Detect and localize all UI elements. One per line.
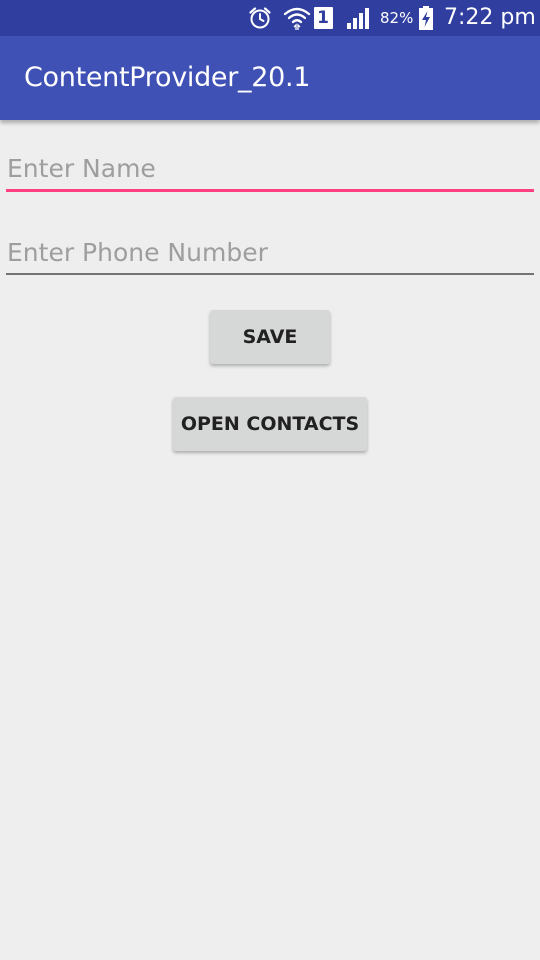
app-title: ContentProvider_20.1	[24, 62, 311, 93]
sim-1-icon: 1	[312, 0, 334, 36]
signal-icon	[344, 0, 374, 36]
wifi-icon	[282, 0, 312, 36]
phone-input[interactable]	[6, 231, 534, 275]
sim-number: 1	[313, 7, 333, 29]
status-clock: 7:22 pm	[444, 5, 536, 30]
battery-charging-icon	[416, 0, 436, 36]
save-button[interactable]: SAVE	[210, 310, 330, 364]
alarm-icon	[246, 0, 274, 36]
open-contacts-button[interactable]: OPEN CONTACTS	[173, 397, 367, 451]
name-input[interactable]	[6, 148, 534, 192]
status-bar: 1 82% 7:22 pm	[0, 0, 540, 36]
battery-percent: 82%	[380, 9, 414, 27]
app-bar: ContentProvider_20.1	[0, 36, 540, 120]
